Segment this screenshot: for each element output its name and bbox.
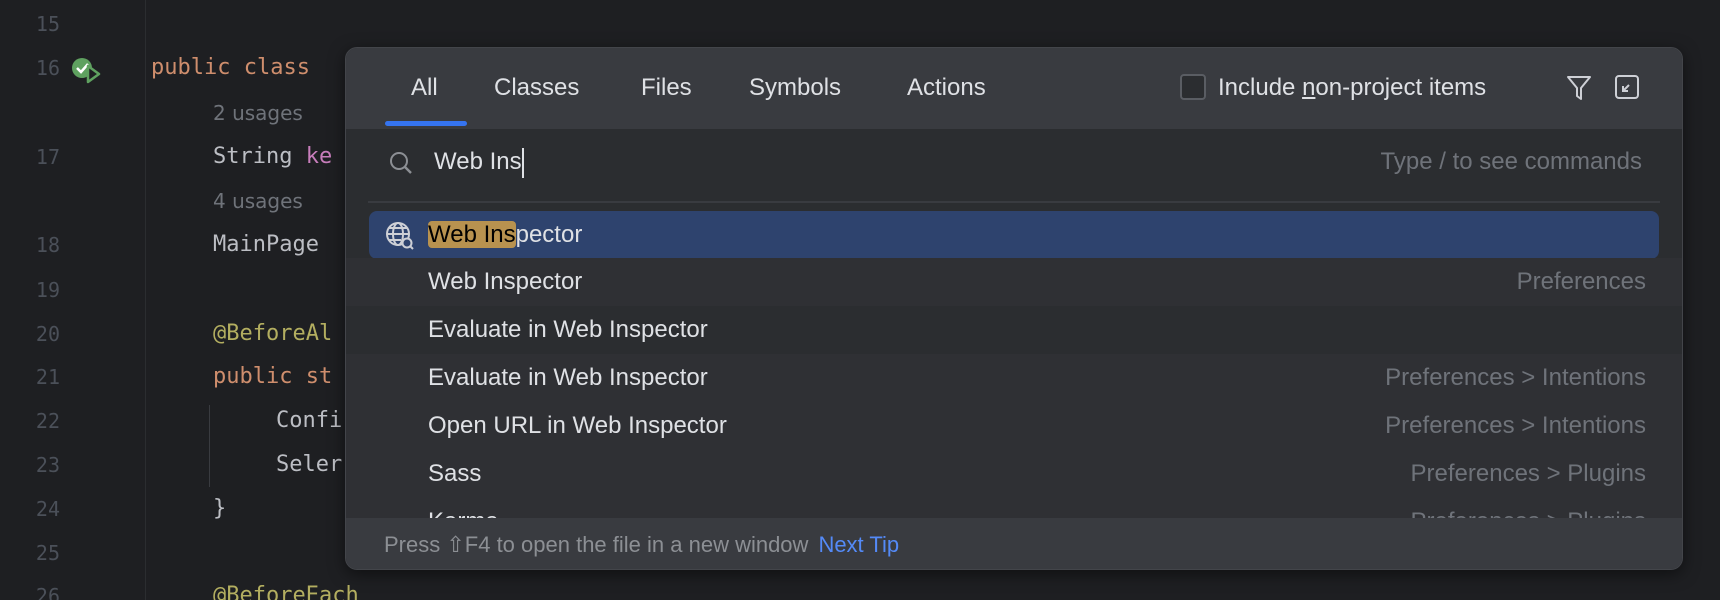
line-number: 23: [35, 453, 60, 477]
result-item-selected[interactable]: Web Inspector: [369, 211, 1659, 259]
result-item[interactable]: Web Inspector Preferences: [346, 258, 1682, 306]
search-everywhere-popup: All Classes Files Symbols Actions Includ…: [345, 47, 1683, 570]
line-number: 21: [35, 365, 60, 389]
indent-guide: [209, 405, 210, 487]
result-item[interactable]: Sass Preferences > Plugins: [346, 450, 1682, 498]
field: ke: [305, 144, 333, 169]
line-number: 22: [35, 409, 60, 433]
usages-inlay[interactable]: 4 usages: [213, 186, 303, 216]
code-line-22: Confi: [276, 408, 343, 433]
result-item[interactable]: Evaluate in Web Inspector Preferences > I…: [346, 354, 1682, 402]
line-number: 17: [35, 145, 60, 169]
line-number: 24: [35, 497, 60, 521]
label-part: on-project items: [1315, 74, 1487, 101]
text-caret: [521, 147, 524, 178]
code-line-23: Seler: [276, 452, 343, 477]
search-input[interactable]: Web Ins: [434, 144, 524, 180]
result-location: Preferences: [1516, 268, 1646, 295]
result-item[interactable]: Open URL in Web Inspector Preferences > I…: [346, 402, 1682, 450]
next-tip-link[interactable]: Next Tip: [818, 532, 899, 557]
line-number: 26: [35, 584, 60, 600]
tip-text: Press ⇧F4 to open the file in a new wind…: [384, 532, 809, 557]
include-non-project-label[interactable]: Include non-project items: [1218, 70, 1486, 106]
result-label: Sass: [428, 460, 482, 487]
tab-symbols[interactable]: Symbols: [749, 70, 841, 106]
result-label: Web Inspector: [428, 268, 583, 295]
result-label: Web Inspector: [428, 211, 582, 259]
code-line-18: MainPage: [213, 232, 319, 257]
type: String: [213, 144, 293, 169]
code-line-26: @BeforeEach: [213, 583, 359, 600]
globe-search-icon: [386, 222, 414, 250]
line-number: 15: [35, 12, 60, 36]
usages-inlay[interactable]: 2 usages: [213, 98, 303, 128]
result-label: Evaluate in Web Inspector: [428, 364, 708, 391]
open-in-tool-window-icon[interactable]: [1614, 74, 1640, 100]
divider: [368, 201, 1660, 203]
label-rest: pector: [515, 221, 583, 248]
tab-actions[interactable]: Actions: [907, 70, 986, 106]
tab-all[interactable]: All: [411, 70, 438, 106]
result-location: Preferences > Intentions: [1385, 364, 1646, 391]
line-number: 20: [35, 322, 60, 346]
include-non-project-checkbox[interactable]: [1180, 74, 1206, 100]
line-number: 19: [35, 278, 60, 302]
label-part: Include: [1218, 74, 1303, 101]
tab-files[interactable]: Files: [641, 70, 692, 106]
code-line-16: public class: [151, 55, 310, 80]
result-location: Preferences > Intentions: [1385, 412, 1646, 439]
search-value: Web Ins: [434, 148, 522, 175]
search-hint: Type / to see commands: [1380, 148, 1642, 175]
code-line-24: }: [213, 496, 227, 521]
active-tab-indicator: [385, 121, 467, 126]
run-test-passed-icon[interactable]: [70, 56, 102, 84]
result-label: Evaluate in Web Inspector: [428, 316, 708, 343]
line-number: 18: [35, 233, 60, 257]
result-item[interactable]: Evaluate in Web Inspector: [346, 306, 1682, 354]
tab-classes[interactable]: Classes: [494, 70, 579, 106]
result-location: Preferences > Plugins: [1410, 460, 1646, 487]
search-icon: [390, 152, 412, 174]
code-line-20: @BeforeAl: [213, 321, 333, 346]
popup-footer: Press ⇧F4 to open the file in a new wind…: [346, 518, 1682, 569]
match-highlight: Web Ins: [428, 221, 516, 248]
code-line-17: String ke: [213, 142, 332, 172]
line-number: 16: [35, 56, 60, 80]
result-label: Open URL in Web Inspector: [428, 412, 727, 439]
mnemonic: n: [1302, 74, 1316, 101]
code-line-21: public st: [213, 364, 333, 389]
line-number: 25: [35, 541, 60, 565]
popup-header: All Classes Files Symbols Actions Includ…: [346, 48, 1682, 129]
filter-icon[interactable]: [1566, 74, 1592, 102]
gutter-divider: [145, 0, 146, 600]
